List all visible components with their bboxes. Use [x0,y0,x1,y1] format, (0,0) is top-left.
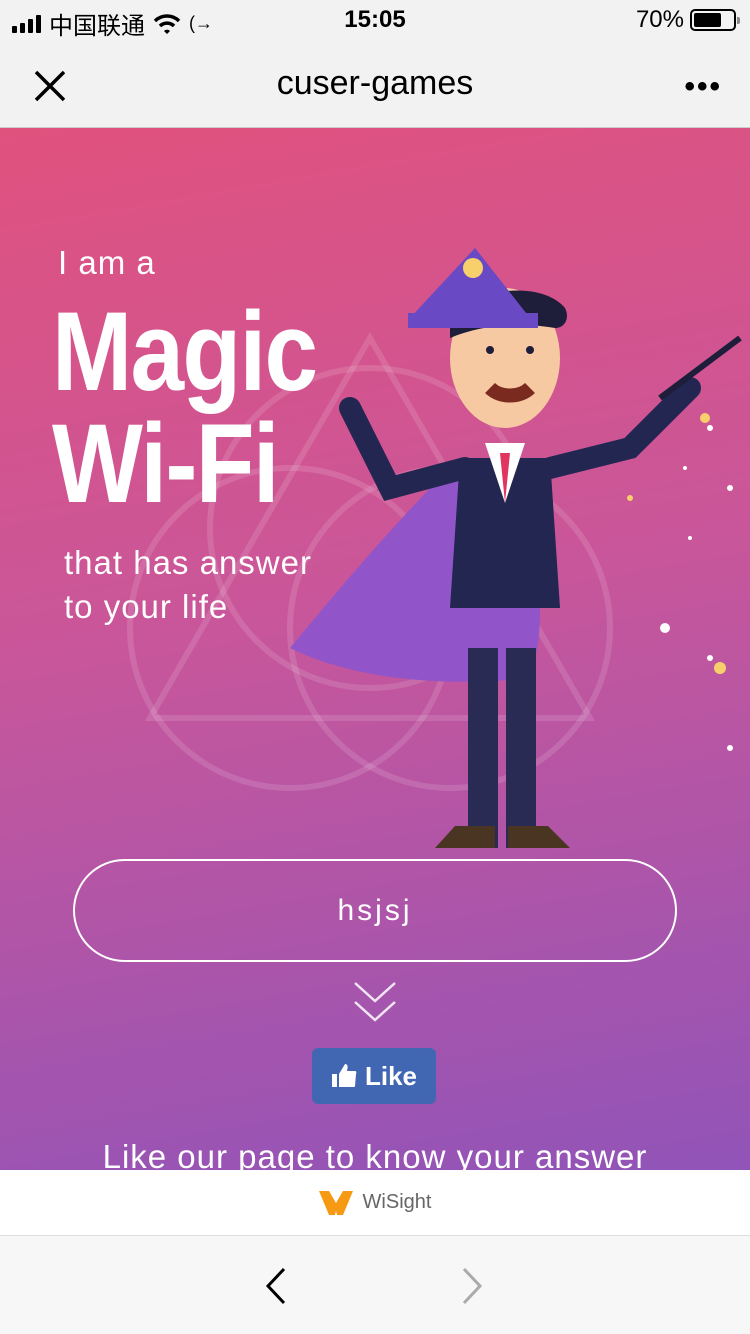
answer-field[interactable]: hsjsj [73,859,677,962]
brand-footer: WiSight [0,1170,750,1236]
nav-bar: cuser-games ••• [0,42,750,128]
status-bar: 中国联通 (→ 15:05 70% [0,0,750,42]
thumbs-up-icon [331,1064,357,1087]
headline-wifi: Wi-Fi [52,401,280,526]
headline: Magic Wi-Fi [52,289,318,526]
hero-banner: I am a Magic Wi-Fi that has answer to your… [0,128,750,1170]
intro-text: I am a [58,244,156,281]
battery-percent: 70% [635,6,684,33]
subtitle: that has answer to your life [64,541,312,629]
subtitle-line-2: to your life [64,588,229,625]
double-chevron-down-icon [354,982,396,1022]
wisight-logo-icon [318,1190,353,1215]
page-title: cuser-games [276,64,474,102]
browser-toolbar [0,1236,750,1334]
headline-magic: Magic [52,289,318,414]
back-arrow-icon[interactable] [262,1266,290,1306]
subtitle-line-1: that has answer [64,544,312,581]
forward-arrow-icon[interactable] [458,1266,486,1306]
like-button[interactable]: Like [312,1048,436,1104]
like-prompt: Like our page to know your answer [102,1138,648,1170]
more-dots-icon[interactable]: ••• [684,70,722,104]
battery-icon [690,9,740,31]
like-label: Like [364,1060,418,1091]
brand-name: WiSight [362,1191,432,1213]
